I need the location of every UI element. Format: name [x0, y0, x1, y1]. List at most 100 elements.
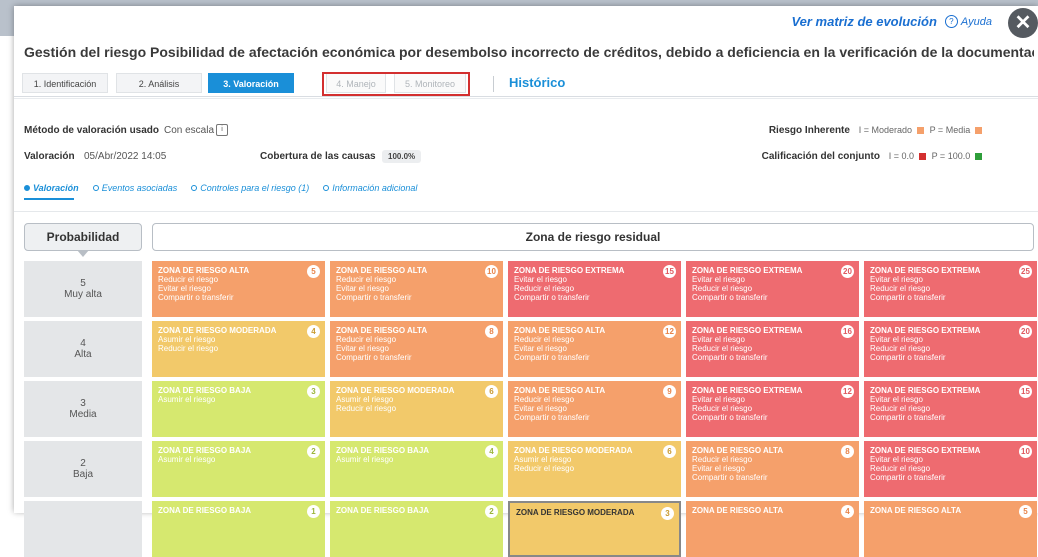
risk-cell[interactable]: ZONA DE RIESGO EXTREMA Evitar el riesgo Re… [686, 321, 859, 377]
info-icon[interactable]: i [216, 124, 228, 136]
treatment-action: Compartir o transferir [870, 413, 946, 422]
zone-title: ZONA DE RIESGO BAJA [158, 446, 252, 455]
zone-title: ZONA DE RIESGO ALTA [692, 506, 784, 515]
probability-level: 2 [80, 458, 86, 469]
subtab-informacion[interactable]: Información adicional [323, 179, 417, 197]
treatment-action: Evitar el riesgo [692, 395, 745, 404]
inherente-label: Riesgo Inherente [768, 125, 850, 136]
score-badge: 15 [1019, 385, 1032, 398]
score-badge: 4 [307, 325, 320, 338]
treatment-action: Evitar el riesgo [870, 275, 923, 284]
subtab-eventos[interactable]: Eventos asociadas [92, 179, 177, 197]
risk-cell[interactable]: ZONA DE RIESGO ALTA Reducir el riesgo Evit… [508, 321, 681, 377]
score-badge: 8 [841, 445, 854, 458]
risk-cell[interactable]: ZONA DE RIESGO BAJA 2 [330, 501, 503, 557]
zone-title: ZONA DE RIESGO ALTA [336, 326, 428, 335]
valoracion-content: Método de valoración usado Con escala i … [14, 98, 1038, 557]
subtab-underline [24, 198, 74, 200]
score-badge: 6 [485, 385, 498, 398]
treatment-action: Evitar el riesgo [870, 455, 923, 464]
zone-title: ZONA DE RIESGO ALTA [514, 326, 606, 335]
risk-cell[interactable]: ZONA DE RIESGO ALTA Reducir el riesgo Evit… [330, 321, 503, 377]
subtab-controles[interactable]: Controles para el riesgo (1) [191, 179, 309, 197]
tab-separator [493, 76, 494, 92]
risk-cell[interactable]: ZONA DE RIESGO ALTA Reducir el riesgo Evit… [330, 261, 503, 317]
treatment-action: Reducir el riesgo [870, 344, 931, 353]
risk-cell[interactable]: ZONA DE RIESGO ALTA 5 [864, 501, 1037, 557]
treatment-action: Reducir el riesgo [870, 464, 931, 473]
cobertura-value: 100.0% [382, 150, 422, 163]
risk-cell[interactable]: ZONA DE RIESGO EXTREMA Evitar el riesgo Re… [864, 381, 1037, 437]
treatment-action: Compartir o transferir [514, 413, 590, 422]
risk-cell[interactable]: ZONA DE RIESGO MODERADA Asumir el riesgo R… [330, 381, 503, 437]
treatment-action: Compartir o transferir [692, 413, 768, 422]
help-link[interactable]: ? Ayuda [944, 15, 992, 28]
risk-cell[interactable]: ZONA DE RIESGO BAJA Asumir el riesgo 4 [330, 441, 503, 497]
historico-link[interactable]: Histórico [509, 75, 565, 90]
score-badge: 2 [307, 445, 320, 458]
radio-icon [24, 185, 30, 191]
score-badge: 4 [485, 445, 498, 458]
risk-cell[interactable]: ZONA DE RIESGO EXTREMA Evitar el riesgo Re… [864, 261, 1037, 317]
zone-title: ZONA DE RIESGO MODERADA [514, 446, 633, 455]
zone-title: ZONA DE RIESGO MODERADA [158, 326, 277, 335]
tab-identificacion[interactable]: 1. Identificación [22, 73, 108, 93]
tab-analisis[interactable]: 2. Análisis [116, 73, 202, 93]
risk-cell[interactable]: ZONA DE RIESGO MODERADA Asumir el riesgo R… [152, 321, 325, 377]
page-title: Gestión del riesgo Posibilidad de afecta… [24, 44, 1034, 60]
risk-cell[interactable]: ZONA DE RIESGO EXTREMA Evitar el riesgo Re… [686, 261, 859, 317]
radio-icon [92, 185, 99, 191]
probability-level: 4 [80, 338, 86, 349]
treatment-action: Compartir o transferir [692, 353, 768, 362]
treatment-action: Evitar el riesgo [692, 464, 745, 473]
risk-cell[interactable]: ZONA DE RIESGO MODERADA Asumir el riesgo R… [508, 441, 681, 497]
zone-title: ZONA DE RIESGO EXTREMA [692, 266, 803, 275]
valoracion-date: 05/Abr/2022 14:05 [84, 151, 167, 162]
risk-cell[interactable]: ZONA DE RIESGO MODERADA 3 [508, 501, 681, 557]
risk-cell[interactable]: ZONA DE RIESGO BAJA 1 [152, 501, 325, 557]
risk-cell[interactable]: ZONA DE RIESGO EXTREMA Evitar el riesgo Re… [864, 441, 1037, 497]
treatment-action: Evitar el riesgo [514, 275, 567, 284]
zone-title: ZONA DE RIESGO EXTREMA [514, 266, 625, 275]
risk-cell[interactable]: ZONA DE RIESGO ALTA Reducir el riesgo Evit… [508, 381, 681, 437]
radio-icon [323, 185, 330, 191]
subtab-valoracion[interactable]: Valoración [24, 179, 79, 197]
treatment-action: Reducir el riesgo [870, 404, 931, 413]
help-icon: ? [944, 15, 958, 28]
probability-row-label [24, 501, 142, 557]
top-actions: Ver matriz de evolución ? Ayuda [791, 14, 992, 29]
treatment-action: Compartir o transferir [870, 473, 946, 482]
score-badge: 16 [841, 325, 854, 338]
subtab-label: Controles para el riesgo (1) [200, 183, 310, 193]
zone-title: ZONA DE RIESGO EXTREMA [692, 326, 803, 335]
risk-cell[interactable]: ZONA DE RIESGO BAJA Asumir el riesgo 3 [152, 381, 325, 437]
score-badge: 25 [1019, 265, 1032, 278]
risk-cell[interactable]: ZONA DE RIESGO ALTA Reducir el riesgo Evit… [152, 261, 325, 317]
score-badge: 10 [1019, 445, 1032, 458]
score-badge: 12 [841, 385, 854, 398]
zona-riesgo-header: Zona de riesgo residual [152, 223, 1034, 251]
treatment-action: Reducir el riesgo [336, 275, 397, 284]
treatment-action: Compartir o transferir [514, 353, 590, 362]
zone-title: ZONA DE RIESGO EXTREMA [870, 386, 981, 395]
risk-cell[interactable]: ZONA DE RIESGO ALTA Reducir el riesgo Evit… [686, 441, 859, 497]
evolution-matrix-link[interactable]: Ver matriz de evolución [791, 14, 936, 29]
risk-cell[interactable]: ZONA DE RIESGO EXTREMA Evitar el riesgo Re… [686, 381, 859, 437]
risk-cell[interactable]: ZONA DE RIESGO ALTA 4 [686, 501, 859, 557]
risk-cell[interactable]: ZONA DE RIESGO EXTREMA Evitar el riesgo Re… [864, 321, 1037, 377]
treatment-action: Evitar el riesgo [514, 344, 567, 353]
riesgo-inherente: Riesgo Inherente I = Moderado P = Media [769, 125, 982, 136]
treatment-action: Asumir el riesgo [514, 455, 572, 464]
treatment-action: Reducir el riesgo [514, 395, 575, 404]
metodo-value: Con escala [164, 125, 215, 136]
risk-cell[interactable]: ZONA DE RIESGO BAJA Asumir el riesgo 2 [152, 441, 325, 497]
tab-valoracion[interactable]: 3. Valoración [208, 73, 294, 93]
treatment-action: Reducir el riesgo [692, 455, 753, 464]
treatment-action: Evitar el riesgo [514, 404, 567, 413]
close-icon[interactable]: ✕ [1008, 8, 1038, 38]
zone-title: ZONA DE RIESGO BAJA [158, 386, 252, 395]
risk-cell[interactable]: ZONA DE RIESGO EXTREMA Evitar el riesgo Re… [508, 261, 681, 317]
zone-title: ZONA DE RIESGO ALTA [870, 506, 962, 515]
metodo-label: Método de valoración usado [24, 125, 160, 136]
probability-name: Media [69, 409, 97, 420]
